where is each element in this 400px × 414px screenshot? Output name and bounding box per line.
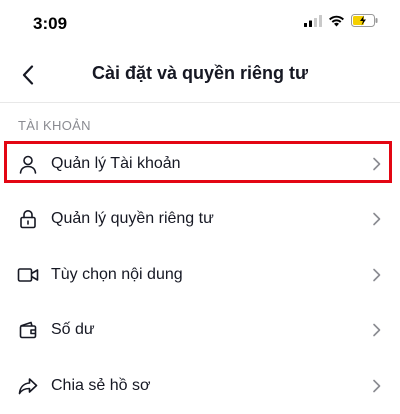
chevron-right-icon [373,157,381,171]
nav-bar: Cài đặt và quyền riêng tư [0,48,400,103]
menu-item-content-preferences[interactable]: Tùy chọn nội dung [0,247,400,303]
section-title-account: TÀI KHOẢN [18,118,91,133]
cellular-signal-icon [304,14,322,27]
status-time: 3:09 [33,14,68,33]
user-icon [17,153,39,175]
status-bar: 3:09 [0,0,400,48]
chevron-right-icon [373,268,381,282]
page-title: Cài đặt và quyền riêng tư [91,63,309,83]
wifi-icon [329,15,344,26]
chevron-right-icon [373,212,381,226]
lock-icon [17,208,39,230]
menu-item-manage-account[interactable]: Quản lý Tài khoản [0,136,400,192]
video-camera-icon [17,264,39,286]
status-icons [304,14,378,27]
battery-charging-icon [351,14,378,27]
share-icon [17,375,39,397]
chevron-right-icon [373,323,381,337]
menu-item-label: Chia sẻ hồ sơ [51,376,151,394]
menu-item-manage-privacy[interactable]: Quản lý quyền riêng tư [0,192,400,248]
menu-item-label: Tùy chọn nội dung [51,265,183,283]
settings-menu: Quản lý Tài khoản Quản lý quyền riêng tư… [0,136,400,414]
chevron-right-icon [373,379,381,393]
menu-item-balance[interactable]: Số dư [0,303,400,359]
menu-item-label: Quản lý Tài khoản [51,154,181,172]
menu-item-label: Quản lý quyền riêng tư [51,210,214,228]
menu-item-label: Số dư [51,321,95,339]
menu-item-share-profile[interactable]: Chia sẻ hồ sơ [0,358,400,414]
wallet-icon [17,319,39,341]
